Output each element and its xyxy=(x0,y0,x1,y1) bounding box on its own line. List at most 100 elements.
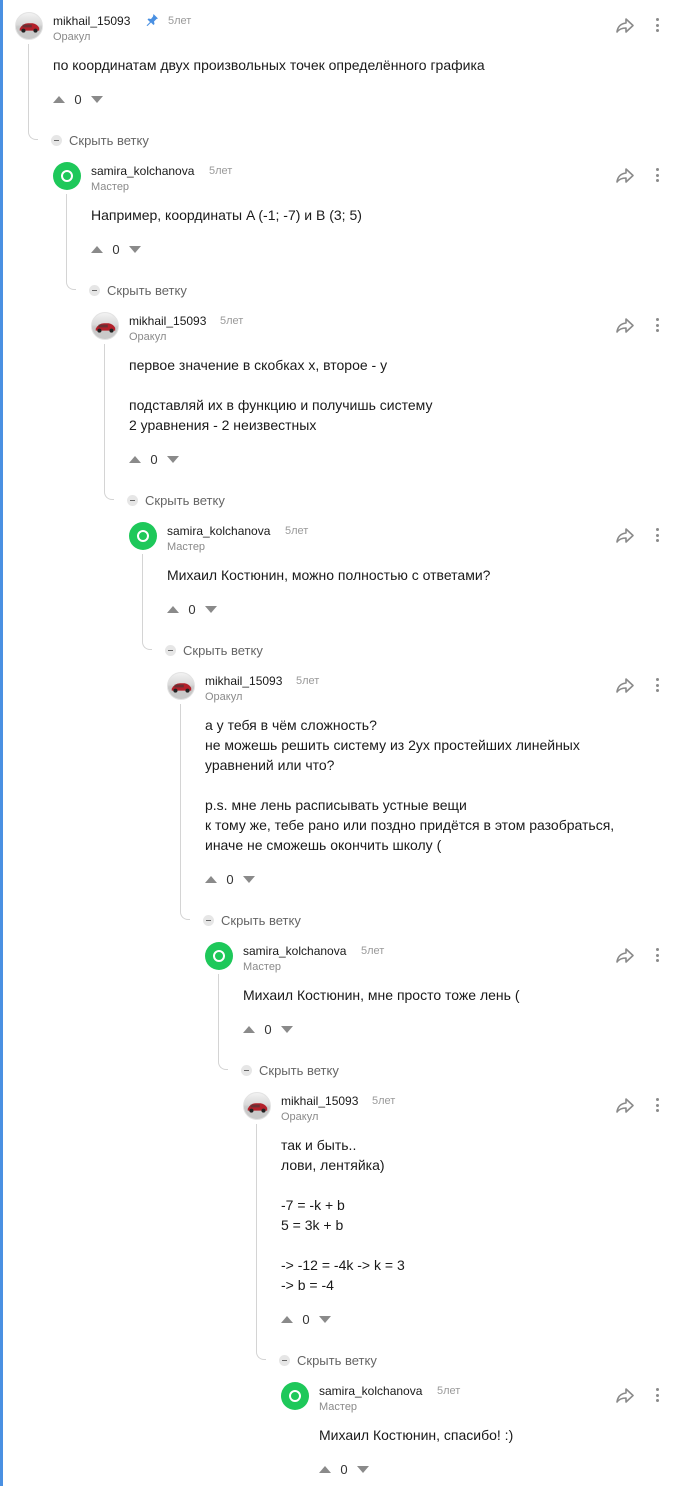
vote-count: 0 xyxy=(112,241,120,257)
user-role: Мастер xyxy=(167,541,206,553)
vote-control: 0 xyxy=(91,240,141,258)
downvote-icon[interactable] xyxy=(281,1025,293,1033)
upvote-icon[interactable] xyxy=(281,1315,293,1323)
downvote-icon[interactable] xyxy=(167,455,179,463)
minus-circle-icon xyxy=(203,914,214,926)
user-avatar[interactable] xyxy=(15,12,43,40)
share-icon[interactable] xyxy=(615,1387,635,1405)
username[interactable]: samira_kolchanova xyxy=(319,1384,422,1398)
collapse-thread-button[interactable]: Скрыть ветку xyxy=(279,1352,377,1368)
timestamp: 5лет xyxy=(168,15,192,27)
vote-control: 0 xyxy=(53,90,103,108)
user-avatar[interactable] xyxy=(281,1382,309,1410)
vote-count: 0 xyxy=(188,601,196,617)
downvote-icon[interactable] xyxy=(319,1315,331,1323)
comment-text: Михаил Костюнин, спасибо! :) xyxy=(319,1427,514,1443)
upvote-icon[interactable] xyxy=(167,605,179,613)
downvote-icon[interactable] xyxy=(243,875,255,883)
share-icon[interactable] xyxy=(615,167,635,185)
collapse-thread-button[interactable]: Скрыть ветку xyxy=(241,1062,339,1078)
username[interactable]: mikhail_15093 xyxy=(205,674,282,688)
user-avatar[interactable] xyxy=(167,672,195,700)
vote-count: 0 xyxy=(150,451,158,467)
downvote-icon[interactable] xyxy=(357,1465,369,1473)
thread-line xyxy=(180,704,190,920)
upvote-icon[interactable] xyxy=(53,95,65,103)
collapse-thread-button[interactable]: Скрыть ветку xyxy=(51,132,149,148)
comment-text: а у тебя в чём сложность? не можешь реши… xyxy=(205,717,615,853)
timestamp: 5лет xyxy=(437,1385,461,1397)
comment-text: Михаил Костюнин, можно полностью с ответ… xyxy=(167,567,491,583)
collapse-thread-button[interactable]: Скрыть ветку xyxy=(89,282,187,298)
vote-control: 0 xyxy=(319,1460,369,1478)
comment-text: Михаил Костюнин, мне просто тоже лень ( xyxy=(243,987,520,1003)
more-options-icon[interactable] xyxy=(655,1098,659,1112)
vote-count: 0 xyxy=(74,91,82,107)
more-options-icon[interactable] xyxy=(655,318,659,332)
thread-line xyxy=(256,1124,266,1360)
upvote-icon[interactable] xyxy=(91,245,103,253)
thread-line xyxy=(218,974,228,1070)
user-role: Мастер xyxy=(243,961,282,973)
timestamp: 5лет xyxy=(285,525,309,537)
username[interactable]: mikhail_15093 xyxy=(53,14,130,28)
collapse-thread-button[interactable]: Скрыть ветку xyxy=(165,642,263,658)
user-role: Оракул xyxy=(129,331,167,343)
minus-circle-icon xyxy=(241,1064,252,1076)
more-options-icon[interactable] xyxy=(655,168,659,182)
user-avatar[interactable] xyxy=(91,312,119,340)
username[interactable]: samira_kolchanova xyxy=(91,164,194,178)
share-icon[interactable] xyxy=(615,677,635,695)
thread-line xyxy=(142,554,152,650)
vote-count: 0 xyxy=(264,1021,272,1037)
timestamp: 5лет xyxy=(372,1095,396,1107)
vote-control: 0 xyxy=(205,870,255,888)
timestamp: 5лет xyxy=(209,165,233,177)
more-options-icon[interactable] xyxy=(655,948,659,962)
downvote-icon[interactable] xyxy=(91,95,103,103)
more-options-icon[interactable] xyxy=(655,528,659,542)
comment-text: так и быть.. лови, лентяйка) -7 = -k + b… xyxy=(281,1137,405,1293)
upvote-icon[interactable] xyxy=(205,875,217,883)
username[interactable]: samira_kolchanova xyxy=(167,524,270,538)
share-icon[interactable] xyxy=(615,947,635,965)
username[interactable]: mikhail_15093 xyxy=(281,1094,358,1108)
comment-text: по координатам двух произвольных точек о… xyxy=(53,57,485,73)
user-avatar[interactable] xyxy=(205,942,233,970)
upvote-icon[interactable] xyxy=(129,455,141,463)
user-role: Оракул xyxy=(205,691,243,703)
share-icon[interactable] xyxy=(615,527,635,545)
comment-text: первое значение в скобках x, второе - y … xyxy=(129,357,433,433)
user-avatar[interactable] xyxy=(53,162,81,190)
minus-circle-icon xyxy=(165,644,176,656)
share-icon[interactable] xyxy=(615,1097,635,1115)
user-role: Мастер xyxy=(319,1401,358,1413)
vote-control: 0 xyxy=(281,1310,331,1328)
minus-circle-icon xyxy=(89,284,100,296)
timestamp: 5лет xyxy=(361,945,385,957)
more-options-icon[interactable] xyxy=(655,678,659,692)
user-role: Оракул xyxy=(53,31,91,43)
more-options-icon[interactable] xyxy=(655,18,659,32)
timestamp: 5лет xyxy=(220,315,244,327)
collapse-thread-button[interactable]: Скрыть ветку xyxy=(203,912,301,928)
vote-control: 0 xyxy=(243,1020,293,1038)
upvote-icon[interactable] xyxy=(243,1025,255,1033)
upvote-icon[interactable] xyxy=(319,1465,331,1473)
share-icon[interactable] xyxy=(615,317,635,335)
downvote-icon[interactable] xyxy=(129,245,141,253)
thread-line xyxy=(66,194,76,290)
username[interactable]: samira_kolchanova xyxy=(243,944,346,958)
user-avatar[interactable] xyxy=(243,1092,271,1120)
vote-control: 0 xyxy=(167,600,217,618)
user-avatar[interactable] xyxy=(129,522,157,550)
username[interactable]: mikhail_15093 xyxy=(129,314,206,328)
left-accent-rail xyxy=(0,0,3,1486)
timestamp: 5лет xyxy=(296,675,320,687)
vote-count: 0 xyxy=(340,1461,348,1477)
more-options-icon[interactable] xyxy=(655,1388,659,1402)
downvote-icon[interactable] xyxy=(205,605,217,613)
minus-circle-icon xyxy=(51,134,62,146)
collapse-thread-button[interactable]: Скрыть ветку xyxy=(127,492,225,508)
share-icon[interactable] xyxy=(615,17,635,35)
